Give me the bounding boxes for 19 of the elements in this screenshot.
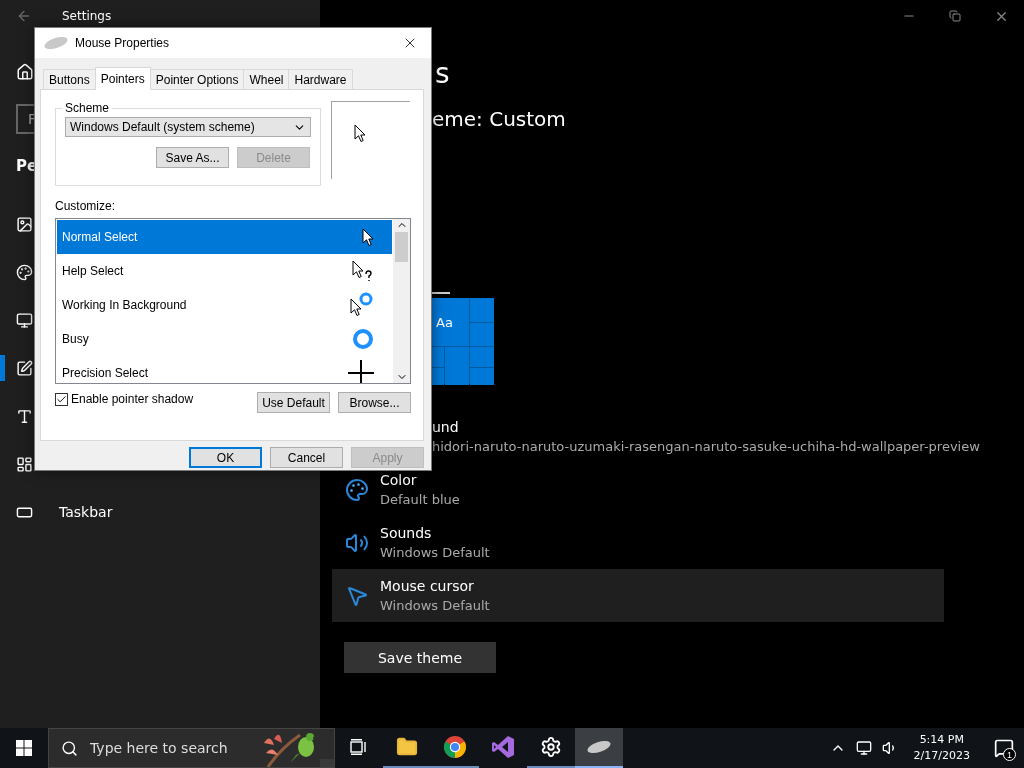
page-title: s (435, 56, 450, 92)
row-title: und (432, 417, 460, 437)
row-title: Mouse cursor (380, 576, 475, 596)
time: 5:14 PM (919, 732, 964, 748)
row-value: Default blue (380, 490, 460, 509)
date: 2/17/2023 (913, 748, 970, 764)
row-title: Color (380, 470, 418, 490)
dialog-title: Mouse Properties (75, 36, 171, 50)
group-label: Scheme (64, 101, 111, 115)
row-value: Windows Default (380, 543, 490, 562)
theme-heading: eme: Custom (432, 106, 567, 133)
row-title: Sounds (380, 523, 433, 543)
notification-badge: 1 (1003, 748, 1016, 761)
window-title: Settings (62, 9, 112, 23)
customize-label: Customize: (55, 198, 117, 214)
row-value: Windows Default (380, 596, 490, 615)
preview-label: Aa (432, 298, 469, 346)
checkbox-label: Enable pointer shadow (71, 392, 194, 406)
row-value: hidori-naruto-naruto-uzumaki-rasengan-naruto-sasuke-uchiha-hd-wallpaper-preview (432, 437, 980, 456)
